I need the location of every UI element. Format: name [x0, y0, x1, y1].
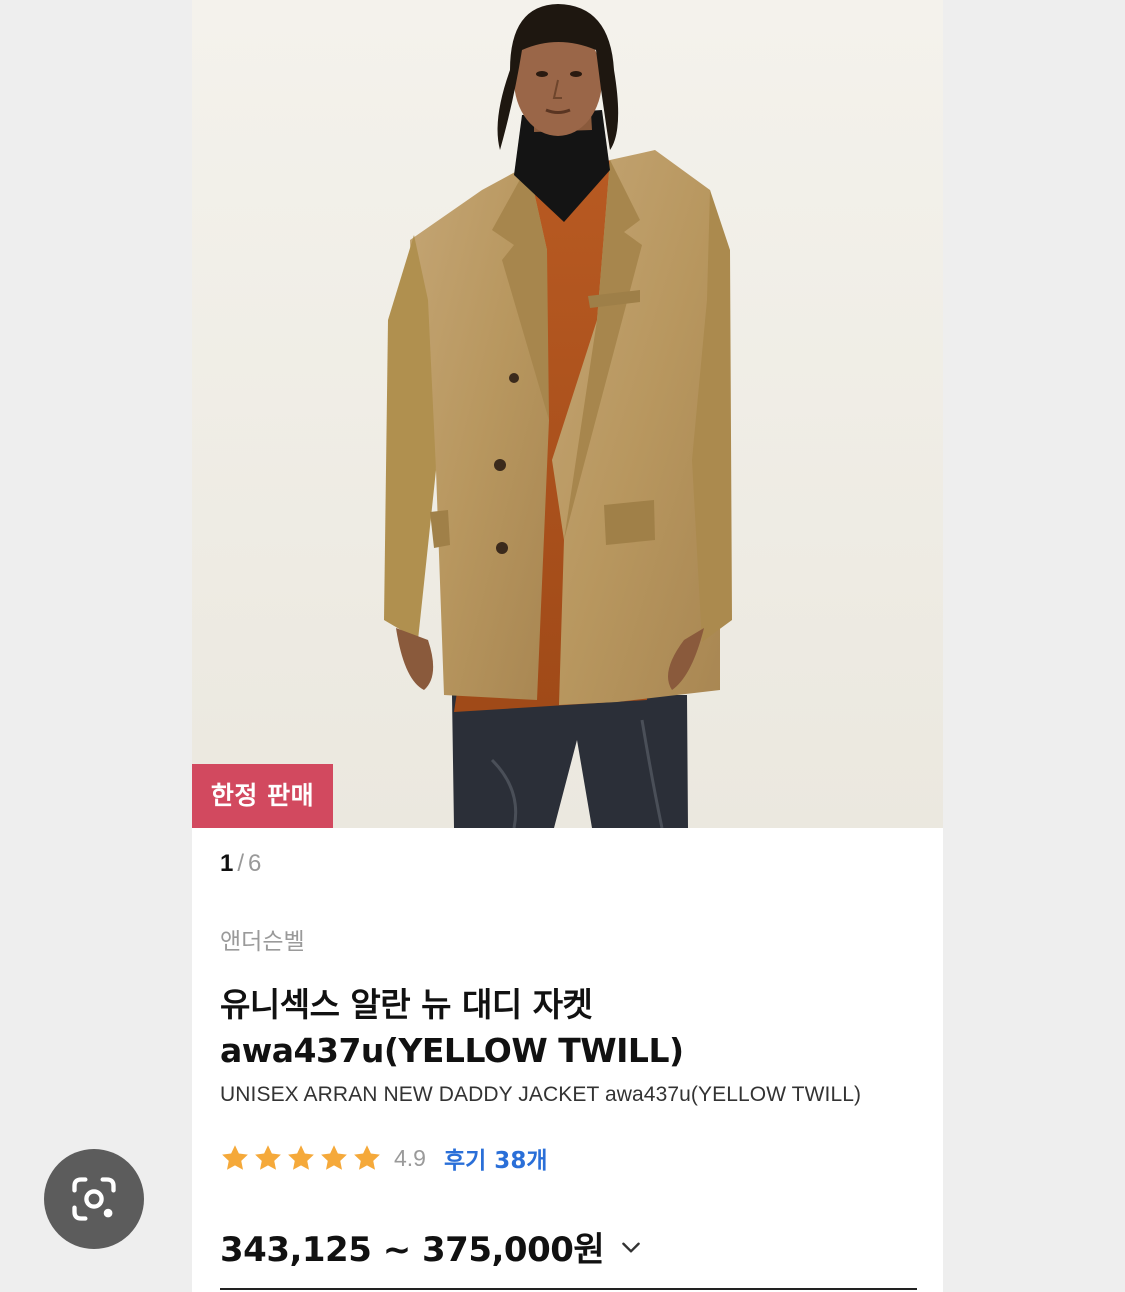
- product-photo-illustration: [192, 0, 943, 828]
- rating-row: 4.9 후기 38개: [220, 1138, 547, 1178]
- google-lens-icon: [72, 1177, 116, 1221]
- star-icon: [288, 1145, 314, 1170]
- product-subtitle: UNISEX ARRAN NEW DADDY JACKET awa437u(YE…: [220, 1083, 862, 1106]
- price-range: 343,125 ~ 375,000원: [220, 1230, 605, 1270]
- limited-sale-badge: 한정 판매: [192, 764, 333, 828]
- price-selector[interactable]: 343,125 ~ 375,000원: [220, 1222, 644, 1271]
- brand-name[interactable]: 앤더슨벨: [220, 922, 305, 956]
- star-icon: [354, 1145, 380, 1170]
- google-lens-button[interactable]: [44, 1149, 144, 1249]
- reviews-link[interactable]: 후기 38개: [444, 1141, 548, 1175]
- product-photo[interactable]: 한정 판매: [192, 0, 943, 828]
- star-icon: [321, 1145, 347, 1170]
- star-icon: [222, 1145, 248, 1170]
- image-pager: 1/6: [220, 850, 261, 878]
- pager-total: 6: [248, 850, 262, 877]
- chevron-down-icon[interactable]: [618, 1234, 644, 1260]
- product-page: 한정 판매 1/6 앤더슨벨 유니섹스 알란 뉴 대디 자켓 awa437u(Y…: [192, 0, 943, 1292]
- product-title: 유니섹스 알란 뉴 대디 자켓 awa437u(YELLOW TWILL): [220, 985, 684, 1070]
- star-rating: [220, 1143, 382, 1173]
- pager-separator: /: [237, 850, 245, 877]
- pager-current: 1: [220, 850, 234, 877]
- divider: [220, 1288, 917, 1290]
- rating-score: 4.9: [394, 1144, 426, 1171]
- star-icon: [255, 1145, 281, 1170]
